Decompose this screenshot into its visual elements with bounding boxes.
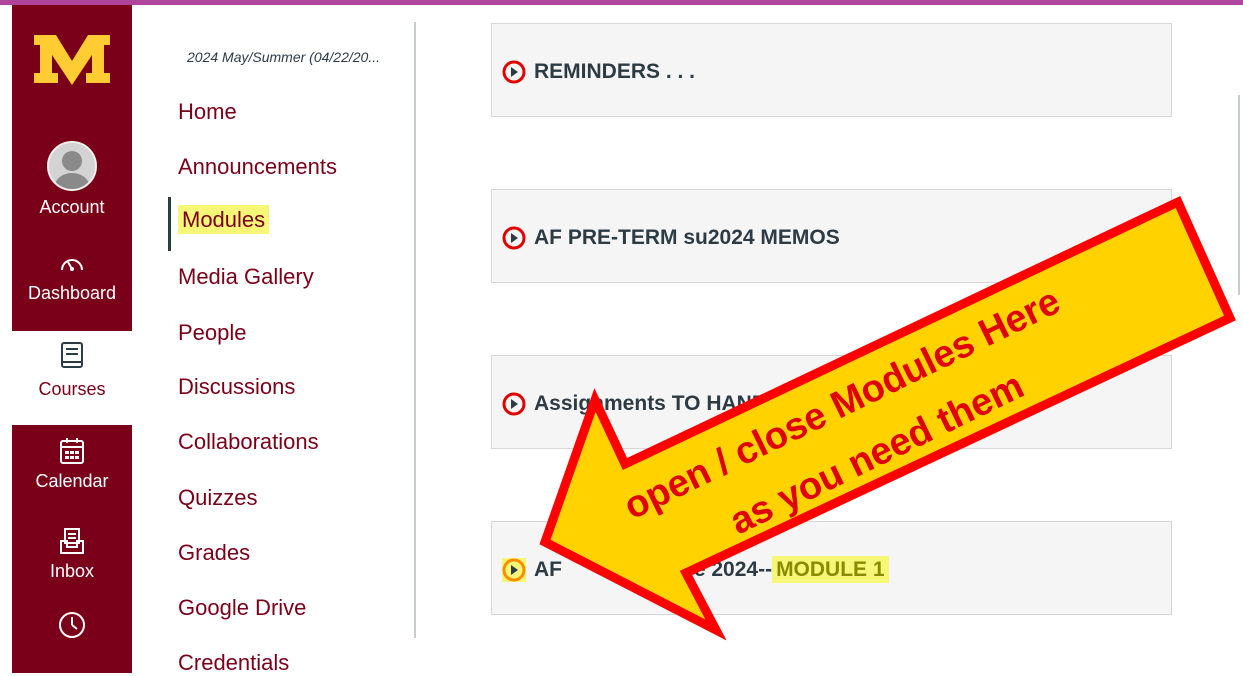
annotation-arrow-overlay: open / close Modules Here as you need th… [539,195,1236,641]
annotation-arrow-icon [539,195,1236,641]
